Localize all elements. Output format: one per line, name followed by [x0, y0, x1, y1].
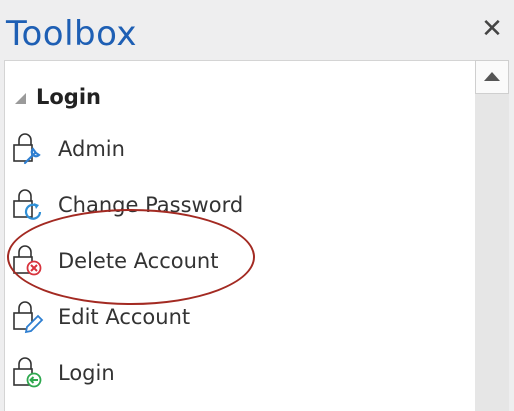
toolbox-item-admin[interactable]: Admin — [11, 129, 125, 169]
lock-login-icon — [13, 357, 42, 388]
toolbox-item-change-password[interactable]: Change Password — [11, 185, 243, 225]
toolbox-item-login[interactable]: Login — [11, 353, 115, 393]
vertical-scrollbar[interactable] — [475, 60, 509, 411]
lock-delete-icon — [13, 245, 42, 276]
close-button[interactable]: ✕ — [480, 14, 504, 44]
lock-refresh-icon — [13, 189, 42, 220]
item-label-login: Login — [58, 361, 115, 385]
expand-triangle-icon[interactable] — [15, 93, 26, 104]
toolbox-item-edit-account[interactable]: Edit Account — [11, 297, 190, 337]
item-label-change-password: Change Password — [58, 193, 244, 217]
scroll-up-button[interactable] — [475, 60, 509, 94]
toolbox-panel: Login Admin Change Password Delete Accou… — [4, 60, 475, 411]
category-label: Login — [36, 85, 101, 109]
lock-wrench-icon — [13, 133, 41, 165]
toolbox-window: Toolbox ✕ Login Admin Change Password De… — [0, 0, 514, 411]
category-login[interactable]: Login — [15, 83, 101, 111]
item-label-delete-account: Delete Account — [58, 249, 219, 273]
item-label-edit-account: Edit Account — [58, 305, 191, 329]
toolbox-item-delete-account[interactable]: Delete Account — [11, 241, 218, 281]
close-icon: ✕ — [481, 14, 503, 44]
arrow-up-icon — [484, 72, 500, 81]
item-label-admin: Admin — [58, 137, 125, 161]
lock-pencil-icon — [13, 301, 44, 334]
window-title: Toolbox — [6, 14, 137, 54]
